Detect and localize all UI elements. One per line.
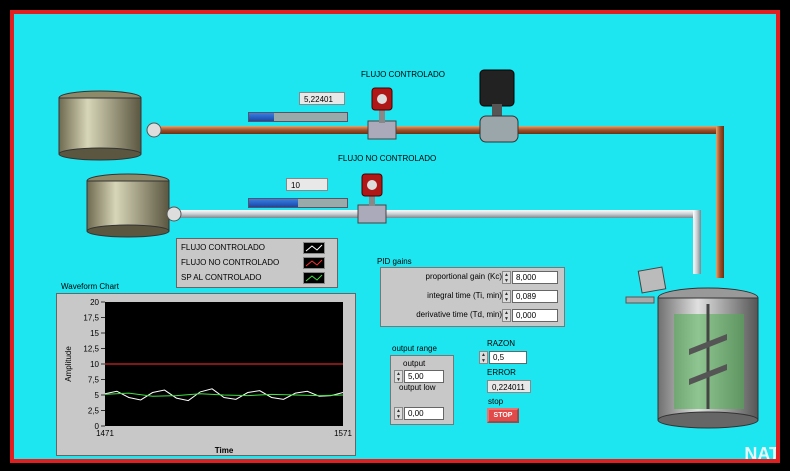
y-tick-label: 15 <box>90 329 99 338</box>
x-tick-label: 1571 <box>334 429 352 438</box>
legend-swatch[interactable] <box>303 257 325 269</box>
legend-swatch-line <box>305 244 323 252</box>
ti-label: integral time (Ti, min) <box>427 291 502 300</box>
razon-input[interactable]: 0,5 <box>489 351 527 364</box>
y-tick-label: 17,5 <box>83 314 99 323</box>
td-input[interactable]: 0,000 <box>512 309 558 322</box>
ti-input[interactable]: 0,089 <box>512 290 558 303</box>
output-range-title: output range <box>392 344 437 353</box>
mixing-vessel <box>625 266 759 429</box>
kc-label: proportional gain (Kc) <box>425 272 502 281</box>
y-tick-label: 2,5 <box>88 407 100 416</box>
tank-controlled <box>58 90 142 161</box>
legend-label: FLUJO NO CONTROLADO <box>181 258 280 267</box>
x-tick-label: 1471 <box>96 429 114 438</box>
legend-swatch[interactable] <box>303 242 325 254</box>
y-tick-label: 5 <box>95 391 100 400</box>
flow-controlled-display: 5,22401 <box>299 92 345 105</box>
tank-uncontrolled <box>86 173 170 238</box>
stop-label: stop <box>488 397 504 406</box>
error-label: ERROR <box>487 368 516 377</box>
pid-gains-panel: proportional gain (Kc) ▲ ▼ 8,000 integral… <box>380 267 565 327</box>
legend-swatch[interactable] <box>303 272 325 284</box>
output-high-label: output <box>403 359 426 368</box>
output-high-input[interactable]: 5,00 <box>404 370 444 383</box>
flow-uncontrolled-display: 10 <box>286 178 328 191</box>
flow-uncontrolled-bar-fill <box>249 199 298 207</box>
ni-watermark-logo: NAT <box>744 444 780 463</box>
flowmeter-uncontrolled <box>357 173 387 224</box>
flow-controlled-bar-fill <box>249 113 274 121</box>
razon-spinner[interactable]: ▲ ▼ <box>479 351 488 364</box>
output-low-input[interactable]: 0,00 <box>404 407 444 420</box>
output-low-label: output low <box>399 383 436 392</box>
waveform-chart-svg: 2017,51512,5107,552,501471 1571TimeAmplit… <box>64 298 352 455</box>
legend-label: SP AL CONTROLADO <box>181 273 262 282</box>
chart-legend: FLUJO CONTROLADO FLUJO NO CONTROLADO SP … <box>176 238 338 288</box>
razon-label: RAZON <box>487 339 515 348</box>
flow-uncontrolled-title: FLUJO NO CONTROLADO <box>338 154 437 163</box>
front-panel: FLUJO CONTROLADO 5,22401 FLUJO NO CONTRO… <box>10 10 780 463</box>
control-valve <box>479 69 519 143</box>
td-spinner[interactable]: ▲ ▼ <box>502 309 511 322</box>
legend-label: FLUJO CONTROLADO <box>181 243 266 252</box>
stop-button[interactable]: STOP <box>487 408 519 423</box>
waveform-chart: 20 17,5 15 12,5 10 7,5 5 2,5 0 1471 1571 Time Amplit… <box>56 293 356 456</box>
td-label: derivative time (Td, min) <box>416 310 502 319</box>
legend-swatch-line <box>305 274 323 282</box>
legend-swatch-line <box>305 259 323 267</box>
ti-spinner[interactable]: ▲ ▼ <box>502 290 511 303</box>
error-display: 0,224011 <box>487 380 531 393</box>
x-axis-label: Time <box>215 446 234 455</box>
flow-uncontrolled-bar <box>248 198 348 208</box>
chart-title: Waveform Chart <box>61 282 119 291</box>
y-tick-label: 12,5 <box>83 345 99 354</box>
kc-input[interactable]: 8,000 <box>512 271 558 284</box>
y-axis-label: Amplitude <box>64 346 73 382</box>
output-high-spinner[interactable]: ▲ ▼ <box>394 370 403 383</box>
flowmeter-controlled <box>367 87 397 140</box>
output-low-spinner[interactable]: ▲ ▼ <box>394 407 403 420</box>
flow-controlled-title: FLUJO CONTROLADO <box>361 70 446 79</box>
y-tick-label: 20 <box>90 298 99 307</box>
y-tick-label: 10 <box>90 360 99 369</box>
flow-controlled-bar <box>248 112 348 122</box>
output-range-panel: output ▲ ▼ 5,00 output low ▲ ▼ 0,00 <box>390 355 454 425</box>
y-tick-label: 7,5 <box>88 376 100 385</box>
kc-spinner[interactable]: ▲ ▼ <box>502 271 511 284</box>
pid-title: PID gains <box>377 257 412 266</box>
